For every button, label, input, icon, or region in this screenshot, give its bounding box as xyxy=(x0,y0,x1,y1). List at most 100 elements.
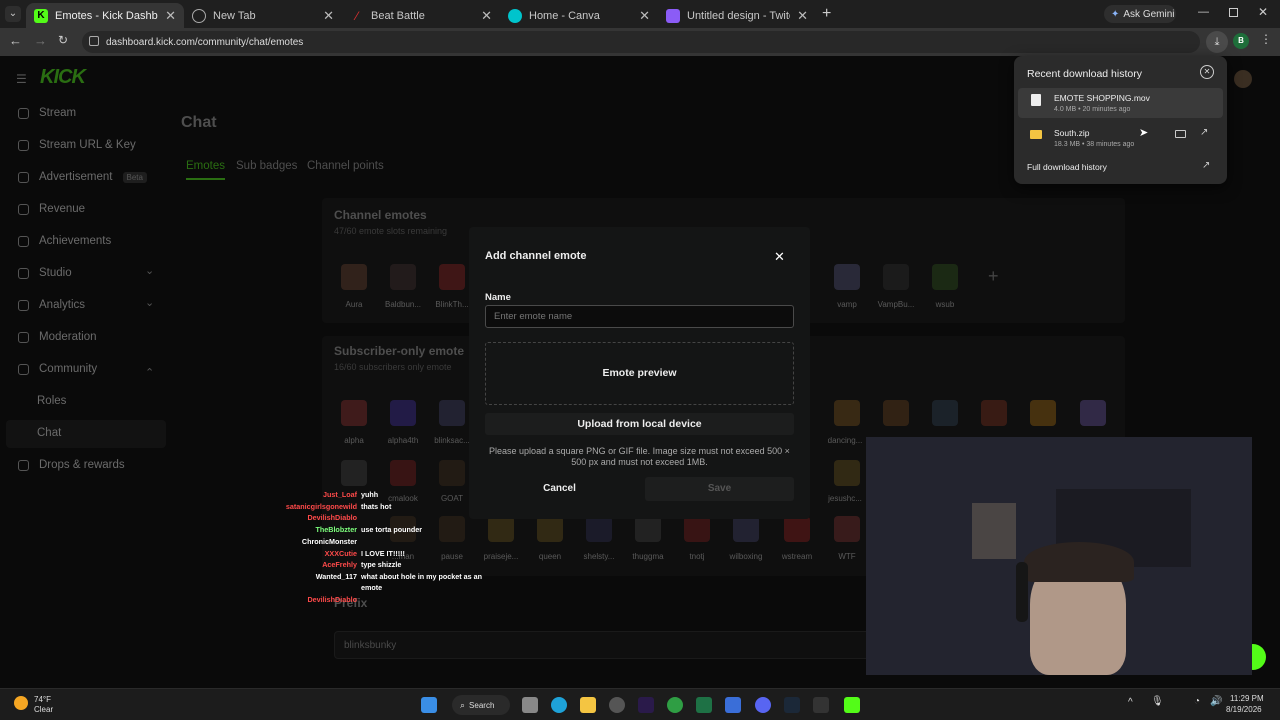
emote-blinkth[interactable] xyxy=(439,264,465,290)
chrome-icon[interactable] xyxy=(667,697,683,713)
sidebar-item-chat[interactable]: Chat xyxy=(37,427,61,439)
steam-icon[interactable] xyxy=(784,697,800,713)
wifi-icon[interactable]: ◔ xyxy=(1194,696,1200,707)
sidebar-item-stream[interactable]: Stream xyxy=(18,107,76,119)
user-avatar[interactable] xyxy=(1234,70,1252,88)
emote-sub-row1[interactable] xyxy=(932,400,958,426)
downloads-icon[interactable]: ⤓ xyxy=(1206,31,1228,53)
tab-new-tab[interactable]: New Tab ✕ xyxy=(184,3,342,28)
obs-icon[interactable] xyxy=(609,697,625,713)
chevron-up-icon[interactable]: ⌃ xyxy=(145,366,154,379)
sidebar-item-revenue[interactable]: Revenue xyxy=(18,203,85,215)
emote-blinksac[interactable] xyxy=(439,400,465,426)
emote-cmalook[interactable] xyxy=(390,460,416,486)
emote-alpha4th[interactable] xyxy=(390,400,416,426)
emote-sub-row1[interactable] xyxy=(1080,400,1106,426)
emote-queen[interactable] xyxy=(537,516,563,542)
emote-sub-row1[interactable] xyxy=(883,400,909,426)
excel-icon[interactable] xyxy=(696,697,712,713)
new-tab-button[interactable]: + xyxy=(822,5,831,23)
emote-thuggma[interactable] xyxy=(635,516,661,542)
close-window-icon[interactable]: ✕ xyxy=(1258,5,1268,19)
sidebar-item-advertisement[interactable]: Advertisement Beta xyxy=(18,171,147,183)
clock-time[interactable]: 11:29 PM xyxy=(1230,694,1264,703)
weather-icon[interactable] xyxy=(14,696,28,710)
terminal-icon[interactable] xyxy=(813,697,829,713)
tab-sub-badges[interactable]: Sub badges xyxy=(236,160,297,172)
back-arrow-icon[interactable]: ← xyxy=(9,33,22,48)
emote-wtf[interactable] xyxy=(834,516,860,542)
emote-sub-row2[interactable] xyxy=(341,460,367,486)
open-external-icon[interactable]: ↗ xyxy=(1202,160,1210,171)
emote-tnotj[interactable] xyxy=(684,516,710,542)
emote-sub-row1[interactable] xyxy=(1030,400,1056,426)
add-emote-icon[interactable]: + xyxy=(988,266,999,287)
tab-canva[interactable]: Home - Canva ✕ xyxy=(500,3,658,28)
minimize-window-icon[interactable]: — xyxy=(1198,6,1209,18)
open-external-icon[interactable]: ↗ xyxy=(1200,127,1208,138)
browser-menu-icon[interactable]: ⋮ xyxy=(1260,32,1272,46)
show-in-folder-icon[interactable] xyxy=(1175,130,1186,138)
profile-avatar[interactable]: B xyxy=(1233,33,1249,49)
sidebar-item-moderation[interactable]: Moderation xyxy=(18,331,97,343)
reload-icon[interactable]: ↻ xyxy=(58,33,68,47)
volume-icon[interactable]: 🔊 xyxy=(1210,696,1222,707)
save-button[interactable]: Save xyxy=(645,477,794,501)
discord-icon[interactable] xyxy=(755,697,771,713)
sidebar-item-community[interactable]: Community xyxy=(18,363,97,375)
sidebar-item-stream-url-key[interactable]: Stream URL & Key xyxy=(18,139,136,151)
site-info-icon[interactable] xyxy=(89,36,99,46)
close-tab-icon[interactable]: ✕ xyxy=(165,8,176,24)
tab-kick-dashboard[interactable]: K Emotes - Kick Dashboard ✕ xyxy=(26,3,184,28)
close-download-panel-icon[interactable]: ✕ xyxy=(1200,65,1214,79)
sidebar-item-drops-rewards[interactable]: Drops & rewards xyxy=(18,459,125,471)
task-view-icon[interactable] xyxy=(522,697,538,713)
tab-channel-points[interactable]: Channel points xyxy=(307,160,384,172)
windows-start-icon[interactable] xyxy=(421,697,437,713)
app-icon[interactable] xyxy=(725,697,741,713)
tab-search-button[interactable]: ⌄ xyxy=(5,6,21,22)
full-download-history-link[interactable]: Full download history xyxy=(1027,162,1107,172)
premiere-icon[interactable] xyxy=(638,697,654,713)
emote-baldbun[interactable] xyxy=(390,264,416,290)
sidebar-item-achievements[interactable]: Achievements xyxy=(18,235,111,247)
kick-app-icon[interactable] xyxy=(844,697,860,713)
emote-wstream[interactable] xyxy=(784,516,810,542)
chevron-down-icon[interactable]: ⌄ xyxy=(145,264,154,277)
modal-close-icon[interactable]: ✕ xyxy=(774,249,785,265)
emote-wilboxing[interactable] xyxy=(733,516,759,542)
tab-emotes[interactable]: Emotes xyxy=(186,160,225,172)
close-tab-icon[interactable]: ✕ xyxy=(639,8,650,24)
upload-local-button[interactable]: Upload from local device xyxy=(485,413,794,435)
emote-shelsty[interactable] xyxy=(586,516,612,542)
microphone-icon[interactable]: 🎙 xyxy=(1151,696,1164,707)
emote-alpha[interactable] xyxy=(341,400,367,426)
file-explorer-icon[interactable] xyxy=(580,697,596,713)
emote-vampbu[interactable] xyxy=(883,264,909,290)
close-tab-icon[interactable]: ✕ xyxy=(797,8,808,24)
tab-twitch-emote[interactable]: Untitled design - Twitch Emote ✕ xyxy=(658,3,816,28)
emote-wsub[interactable] xyxy=(932,264,958,290)
emote-aura[interactable] xyxy=(341,264,367,290)
address-bar[interactable]: dashboard.kick.com/community/chat/emotes xyxy=(82,31,1200,53)
kick-logo[interactable]: KICK xyxy=(40,66,86,89)
hamburger-menu-icon[interactable]: ☰ xyxy=(16,72,27,86)
edge-icon[interactable] xyxy=(551,697,567,713)
ask-gemini-button[interactable]: ✦ Ask Gemini xyxy=(1104,5,1176,23)
sidebar-item-roles[interactable]: Roles xyxy=(37,395,66,407)
sidebar-item-analytics[interactable]: Analytics xyxy=(18,299,85,311)
emote-sub-row1[interactable] xyxy=(981,400,1007,426)
emote-name-input[interactable] xyxy=(485,305,794,328)
taskbar-search[interactable]: ⌕ Search xyxy=(452,695,510,715)
maximize-window-icon[interactable] xyxy=(1229,8,1238,17)
tray-overflow-icon[interactable]: ^ xyxy=(1128,697,1133,708)
emote-vamp[interactable] xyxy=(834,264,860,290)
forward-arrow-icon[interactable]: → xyxy=(34,33,47,48)
clock-date[interactable]: 8/19/2026 xyxy=(1226,705,1262,714)
sidebar-item-studio[interactable]: Studio xyxy=(18,267,72,279)
close-tab-icon[interactable]: ✕ xyxy=(323,8,334,24)
emote-goat[interactable] xyxy=(439,460,465,486)
chevron-down-icon[interactable]: ⌄ xyxy=(145,296,154,309)
emote-dancing[interactable] xyxy=(834,400,860,426)
emote-jesushc[interactable] xyxy=(834,460,860,486)
